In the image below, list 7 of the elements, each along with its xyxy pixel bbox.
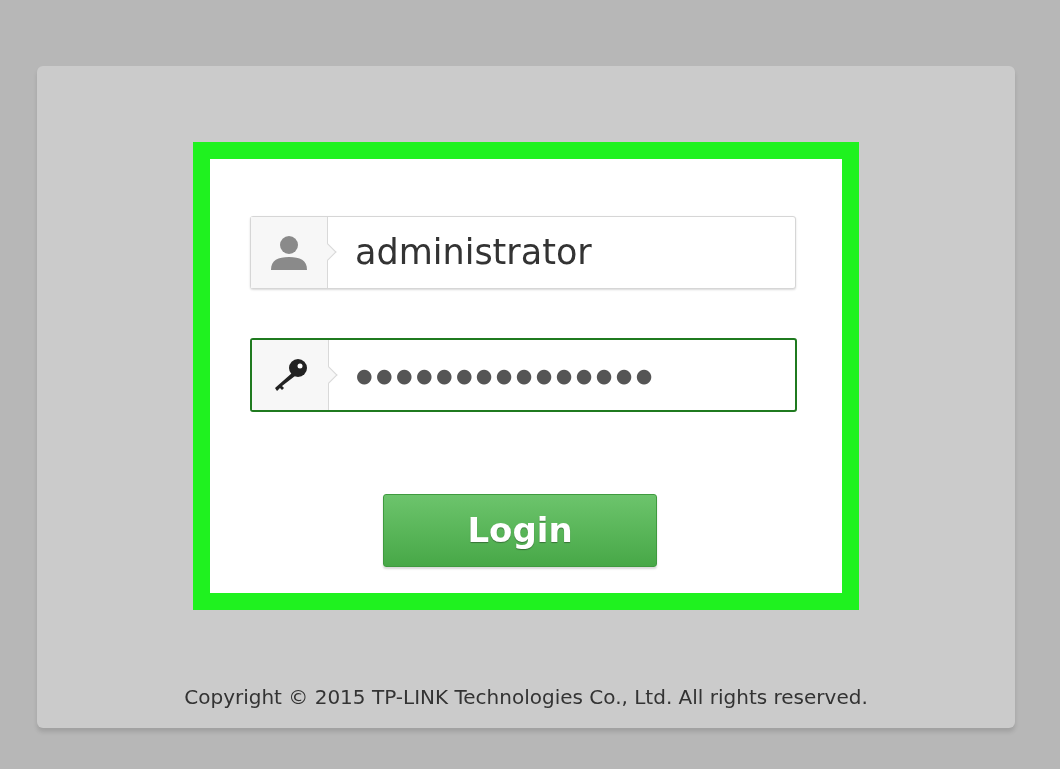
username-field[interactable]: administrator	[250, 216, 796, 289]
password-input[interactable]: ●●●●●●●●●●●●●●●	[329, 340, 795, 410]
username-input[interactable]: administrator	[328, 217, 795, 288]
copyright-text: Copyright © 2015 TP-LINK Technologies Co., Ltd. All rights reserved.	[184, 684, 868, 711]
password-field[interactable]: ●●●●●●●●●●●●●●●	[250, 338, 797, 412]
person-icon	[270, 235, 308, 270]
key-icon	[272, 358, 308, 392]
